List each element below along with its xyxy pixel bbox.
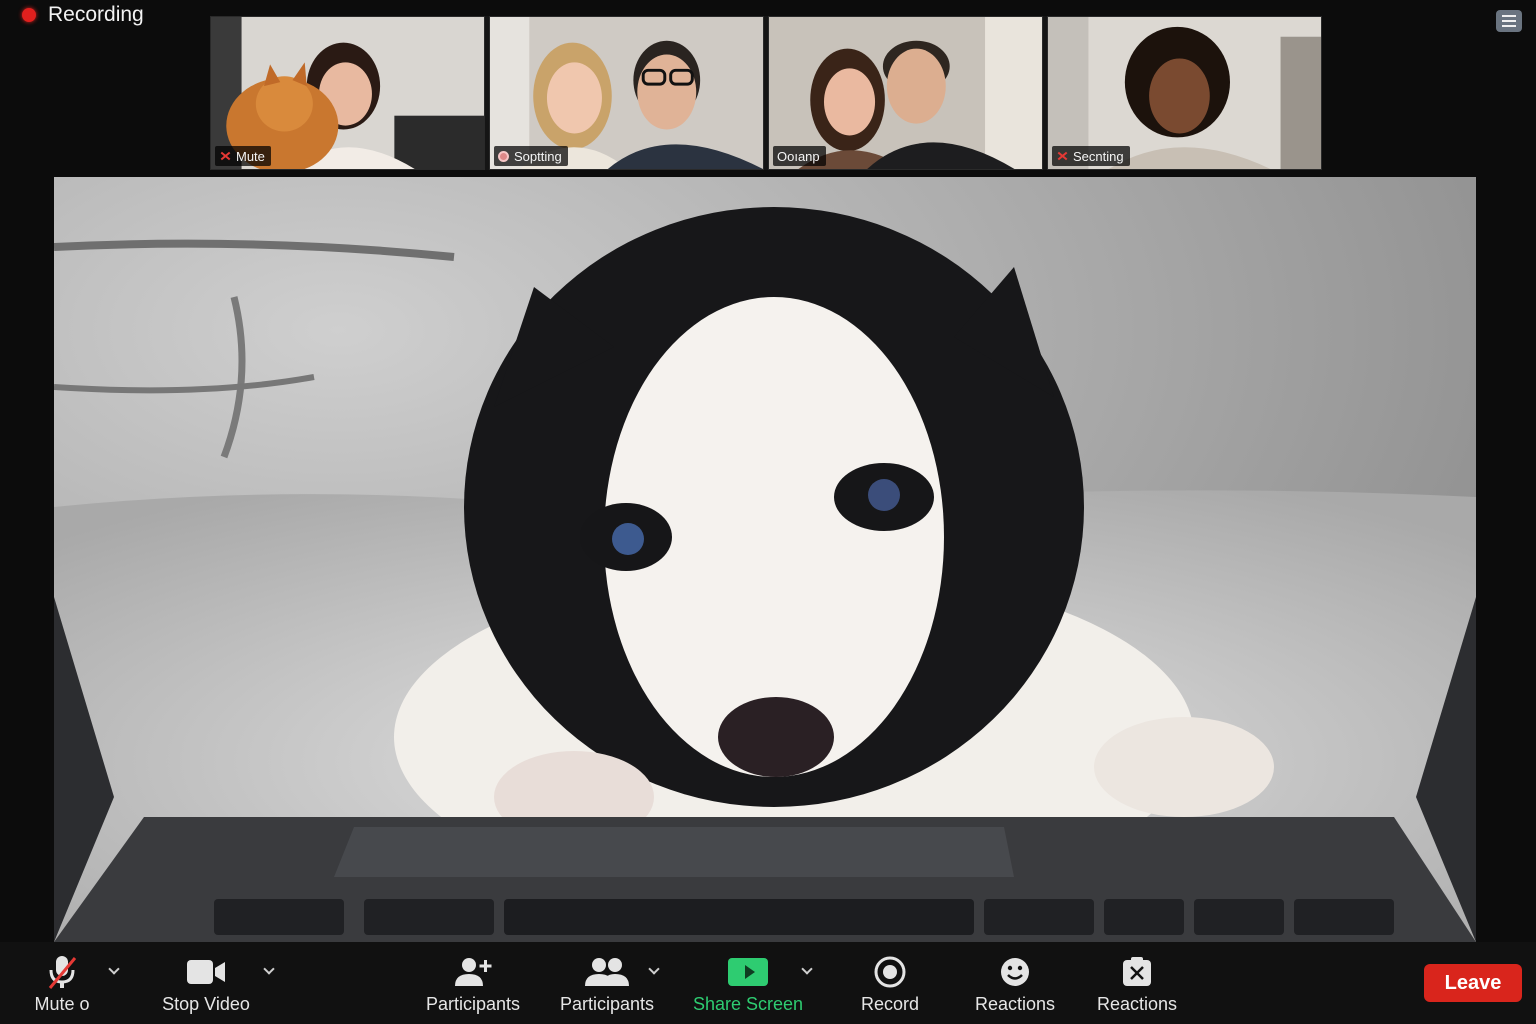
participants-icon [585,952,629,992]
record-label: Record [860,994,920,1014]
speaking-icon [498,150,509,162]
participant-label-3: Ooıanp [773,146,826,166]
share-screen-icon [727,952,769,992]
person-add-icon [453,952,493,992]
mute-button[interactable]: Mute o [30,952,94,1020]
participant-strip: Mute Soptting Ooıanp Secnting [210,16,1322,170]
participant-name-3: Ooıanp [777,148,820,164]
participant-tile-4[interactable]: Secnting [1047,16,1322,170]
share-options-chevron-icon[interactable] [800,964,814,978]
participant-name-1: Mute [236,148,265,164]
meeting-toolbar: Mute o Stop Video Participants Participa… [0,942,1536,1024]
close-box-icon [1121,952,1153,992]
participant-tile-1[interactable]: Mute [210,16,485,170]
stop-video-button[interactable]: Stop Video [156,952,256,1020]
reactions-more-button[interactable]: Reactions [1092,952,1182,1020]
recording-label: Recording [48,3,144,26]
participants-options-chevron-icon[interactable] [647,964,661,978]
participants-label: Participants [559,994,655,1014]
participant-label-1: Mute [215,146,271,166]
record-icon [874,952,906,992]
menu-icon[interactable] [1496,10,1522,32]
leave-button[interactable]: Leave [1424,964,1522,1002]
smiley-icon [999,952,1031,992]
reactions-more-label: Reactions [1096,994,1178,1014]
share-screen-button[interactable]: Share Screen [692,952,804,1020]
mute-label: Mute o [34,994,90,1014]
mute-options-chevron-icon[interactable] [107,964,121,978]
puppy-video-feed [54,177,1476,942]
recording-dot-icon [22,8,36,22]
add-participants-button[interactable]: Participants [420,952,526,1020]
main-video [54,177,1476,942]
video-options-chevron-icon[interactable] [262,964,276,978]
reactions-label: Reactions [974,994,1056,1014]
share-screen-label: Share Screen [692,994,804,1014]
participant-tile-3[interactable]: Ooıanp [768,16,1043,170]
participants-button[interactable]: Participants [554,952,660,1020]
mic-off-icon [219,150,231,162]
mic-off-icon [1056,150,1068,162]
record-button[interactable]: Record [848,952,932,1020]
participant-tile-2[interactable]: Soptting [489,16,764,170]
video-camera-icon [185,952,227,992]
recording-indicator: Recording [22,2,144,28]
participant-label-2: Soptting [494,146,568,166]
participant-name-2: Soptting [514,148,562,164]
mic-muted-icon [47,952,77,992]
reactions-button[interactable]: Reactions [970,952,1060,1020]
participant-name-4: Secnting [1073,148,1124,164]
add-participants-label: Participants [425,994,521,1014]
stop-video-label: Stop Video [162,994,250,1014]
participant-label-4: Secnting [1052,146,1130,166]
